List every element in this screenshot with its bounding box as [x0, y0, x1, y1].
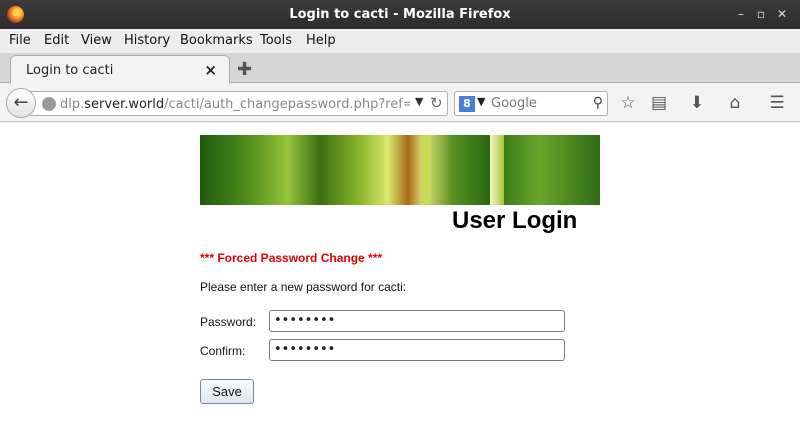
maximize-icon[interactable]: ▫	[752, 5, 770, 23]
hamburger-menu-icon[interactable]: ☰	[766, 92, 788, 114]
google-engine-icon[interactable]: 8	[459, 96, 475, 112]
menu-file[interactable]: File	[9, 33, 31, 48]
close-tab-icon[interactable]: ×	[204, 61, 217, 79]
bookmark-star-icon[interactable]: ☆	[617, 92, 639, 114]
nav-bar: dlp.server.world/cacti/auth_changepasswo…	[0, 84, 800, 122]
home-icon[interactable]: ⌂	[724, 92, 746, 114]
page-title: User Login	[452, 207, 578, 234]
back-button[interactable]: ←	[6, 88, 36, 118]
password-field[interactable]: ••••••••	[269, 310, 565, 332]
engine-dropdown-icon[interactable]: ▼	[477, 95, 485, 108]
menu-view[interactable]: View	[81, 33, 112, 48]
title-bar: Login to cacti - Mozilla Firefox – ▫ ✕	[0, 0, 800, 29]
url-path: /cacti/auth_changepassword.php?ref=http:…	[164, 97, 410, 112]
window-title: Login to cacti - Mozilla Firefox	[289, 7, 511, 22]
tab-title: Login to cacti	[26, 63, 114, 78]
downloads-icon[interactable]: ⬇	[686, 92, 708, 114]
reload-icon[interactable]: ↻	[430, 94, 443, 112]
tab-strip: Login to cacti × ✚	[0, 53, 800, 84]
url-prefix: dlp.	[60, 97, 85, 112]
menu-bar: File Edit View History Bookmarks Tools H…	[0, 29, 800, 53]
page-content: User Login *** Forced Password Change **…	[0, 123, 800, 437]
tab-login[interactable]: Login to cacti ×	[10, 55, 230, 84]
search-bar[interactable]: 8 ▼ ⚲	[454, 91, 608, 116]
url-text[interactable]: dlp.server.world/cacti/auth_changepasswo…	[60, 97, 410, 112]
url-host: server.world	[84, 97, 165, 112]
menu-edit[interactable]: Edit	[44, 33, 69, 48]
menu-tools[interactable]: Tools	[260, 33, 292, 48]
close-window-icon[interactable]: ✕	[773, 5, 791, 23]
back-arrow-icon: ←	[13, 92, 29, 113]
password-label: Password:	[200, 315, 257, 329]
binoculars-icon[interactable]: ⚲	[593, 95, 603, 111]
save-button[interactable]: Save	[200, 379, 254, 404]
url-dropdown-icon[interactable]: ▼	[415, 95, 423, 108]
cacti-banner-image	[200, 135, 600, 205]
globe-icon	[42, 97, 56, 111]
instruction-text: Please enter a new password for cacti:	[200, 280, 407, 294]
menu-help[interactable]: Help	[306, 33, 336, 48]
reading-list-icon[interactable]: ▤	[648, 92, 670, 114]
search-input[interactable]	[491, 94, 581, 113]
new-tab-icon[interactable]: ✚	[237, 59, 252, 80]
confirm-field[interactable]: ••••••••	[269, 339, 565, 361]
menu-history[interactable]: History	[124, 33, 170, 48]
url-bar[interactable]: dlp.server.world/cacti/auth_changepasswo…	[30, 91, 448, 116]
menu-bookmarks[interactable]: Bookmarks	[180, 33, 253, 48]
forced-change-notice: *** Forced Password Change ***	[200, 251, 383, 265]
browser-window: Login to cacti - Mozilla Firefox – ▫ ✕ F…	[0, 0, 800, 437]
confirm-label: Confirm:	[200, 344, 246, 358]
minimize-icon[interactable]: –	[732, 5, 750, 23]
